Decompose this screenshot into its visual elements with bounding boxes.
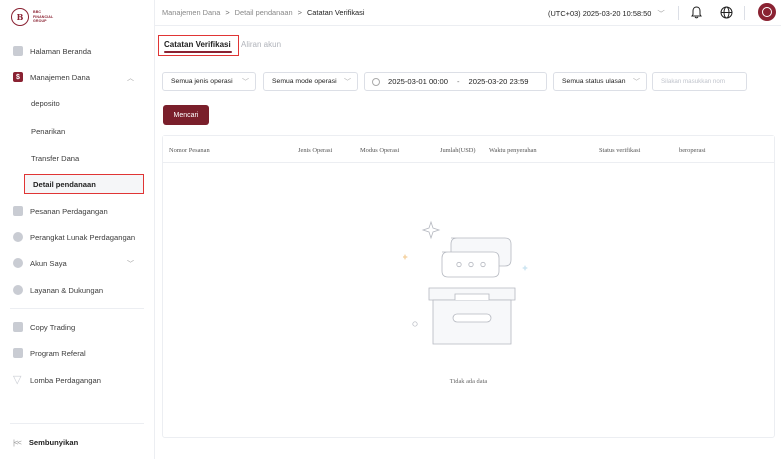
tab-label: Catatan Verifikasi	[164, 40, 231, 49]
collapse-label: Sembunyikan	[28, 438, 79, 447]
select-value: Semua status ulasan	[562, 78, 626, 85]
sidebar-item-trading-contest[interactable]: ▽ Lomba Perdagangan	[0, 367, 155, 393]
timezone-selector[interactable]: (UTC+03) 2025-03-20 10:58:50 ﹀	[548, 8, 665, 19]
sidebar: B BBC FINANCIAL GROUP Halaman Beranda $ …	[0, 0, 155, 459]
column-header: Nomor Pesanan	[169, 147, 210, 154]
sidebar-item-label: Penarikan	[31, 126, 66, 136]
sidebar-item-my-account[interactable]: Akun Saya ﹀	[0, 250, 155, 276]
top-bar: Manajemen Dana > Detail pendanaan > Cata…	[155, 0, 781, 26]
copy-icon	[13, 322, 23, 332]
tab-underline	[164, 51, 232, 53]
breadcrumb: Manajemen Dana > Detail pendanaan > Cata…	[162, 8, 364, 17]
logo-text: BBC FINANCIAL GROUP	[33, 10, 53, 23]
sidebar-divider	[10, 308, 144, 309]
tab-verification-records[interactable]: Catatan Verifikasi	[158, 35, 239, 56]
breadcrumb-separator-icon: >	[225, 8, 230, 17]
avatar-icon	[762, 7, 772, 17]
tab-bar: Catatan Verifikasi Aliran akun	[155, 26, 781, 62]
empty-state-text: Tidak ada data	[449, 378, 488, 385]
search-button[interactable]: Mencari	[163, 105, 209, 125]
select-value: Semua mode operasi	[272, 78, 337, 85]
date-separator: -	[456, 77, 460, 86]
sidebar-item-fund-management[interactable]: $ Manajemen Dana ︿	[0, 64, 155, 90]
software-icon	[13, 232, 23, 242]
empty-state-illustration	[403, 220, 528, 345]
sidebar-item-trade-orders[interactable]: Pesanan Perdagangan	[0, 198, 155, 224]
chevron-up-icon: ︿	[127, 75, 134, 82]
bell-icon[interactable]	[691, 6, 702, 19]
sidebar-item-label: Pesanan Perdagangan	[30, 206, 108, 216]
sidebar-item-label: Program Referal	[30, 348, 86, 358]
clock-icon	[372, 77, 380, 86]
user-icon	[13, 258, 23, 268]
date-range-picker[interactable]: 2025-03-01 00:00 - 2025-03-20 23:59	[364, 72, 547, 91]
column-header: beroperasi	[679, 147, 706, 154]
tab-account-flow[interactable]: Aliran akun	[241, 40, 281, 49]
sidebar-item-label: Copy Trading	[30, 322, 76, 332]
sidebar-item-home[interactable]: Halaman Beranda	[0, 38, 155, 64]
trophy-icon: ▽	[13, 374, 22, 386]
sidebar-item-label: Layanan & Dukungan	[30, 285, 104, 295]
topbar-divider	[744, 6, 745, 20]
sidebar-item-deposit[interactable]: deposito	[0, 90, 155, 116]
wallet-icon: $	[13, 72, 23, 82]
avatar[interactable]	[758, 3, 776, 21]
breadcrumb-item[interactable]: Detail pendanaan	[235, 8, 293, 17]
referral-icon	[13, 348, 23, 358]
orders-icon	[13, 206, 23, 216]
column-header: Waktu penyerahan	[489, 147, 537, 154]
chevron-down-icon: ﹀	[127, 261, 134, 268]
sidebar-item-label: Perangkat Lunak Perdagangan	[30, 232, 136, 242]
order-number-input[interactable]	[652, 72, 747, 91]
breadcrumb-item[interactable]: Manajemen Dana	[162, 8, 220, 17]
sidebar-item-referral[interactable]: Program Referal	[0, 340, 155, 366]
chevron-down-icon: ﹀	[657, 9, 665, 18]
logo-text-line-3: GROUP	[33, 19, 47, 24]
date-start[interactable]: 2025-03-01 00:00	[388, 77, 448, 86]
column-header: Jumlah(USD)	[440, 147, 476, 154]
topbar-divider	[678, 6, 679, 20]
sidebar-item-label: Halaman Beranda	[30, 46, 92, 56]
sidebar-item-label: Detail pendanaan	[33, 179, 96, 189]
table-header: Nomor Pesanan Jenis Operasi Modus Operas…	[163, 136, 774, 163]
operation-type-select[interactable]: Semua jenis operasi ﹀	[162, 72, 256, 91]
chevron-down-icon: ﹀	[633, 78, 640, 86]
globe-icon[interactable]	[720, 6, 733, 19]
date-end[interactable]: 2025-03-20 23:59	[469, 77, 529, 86]
select-value: Semua jenis operasi	[171, 78, 233, 85]
records-table: Nomor Pesanan Jenis Operasi Modus Operas…	[162, 135, 775, 438]
sidebar-item-label: deposito	[31, 98, 60, 108]
brand-logo[interactable]: B BBC FINANCIAL GROUP	[11, 8, 53, 26]
logo-mark-icon: B	[11, 8, 29, 26]
breadcrumb-current: Catatan Verifikasi	[306, 8, 365, 17]
home-icon	[13, 46, 23, 56]
sidebar-divider	[10, 423, 144, 424]
sidebar-item-support[interactable]: Layanan & Dukungan	[0, 277, 155, 303]
sidebar-item-label: Lomba Perdagangan	[30, 375, 101, 385]
sidebar-item-label: Akun Saya	[30, 258, 67, 268]
collapse-icon: |<<	[13, 438, 22, 447]
logo-letter: B	[16, 12, 24, 22]
chevron-down-icon: ﹀	[344, 78, 351, 86]
review-status-select[interactable]: Semua status ulasan ﹀	[553, 72, 647, 91]
sidebar-item-copy-trading[interactable]: Copy Trading	[0, 314, 155, 340]
operation-mode-select[interactable]: Semua mode operasi ﹀	[263, 72, 358, 91]
tab-label: Aliran akun	[241, 40, 282, 49]
breadcrumb-separator-icon: >	[297, 8, 302, 17]
sidebar-item-withdrawal[interactable]: Penarikan	[0, 118, 155, 144]
help-icon	[13, 285, 23, 295]
sidebar-item-funding-details[interactable]: Detail pendanaan	[24, 174, 144, 194]
sidebar-item-label: Transfer Dana	[31, 153, 80, 163]
column-header: Modus Operasi	[360, 147, 400, 154]
chevron-down-icon: ﹀	[242, 78, 249, 86]
sidebar-item-label: Manajemen Dana	[30, 72, 90, 82]
sidebar-item-transfer[interactable]: Transfer Dana	[0, 145, 155, 171]
sidebar-item-trading-software[interactable]: Perangkat Lunak Perdagangan	[0, 224, 155, 250]
column-header: Jenis Operasi	[298, 147, 333, 154]
timezone-text: (UTC+03) 2025-03-20 10:58:50	[548, 9, 652, 18]
collapse-sidebar-button[interactable]: |<< Sembunyikan	[13, 438, 78, 447]
column-header: Status verifikasi	[599, 147, 641, 154]
